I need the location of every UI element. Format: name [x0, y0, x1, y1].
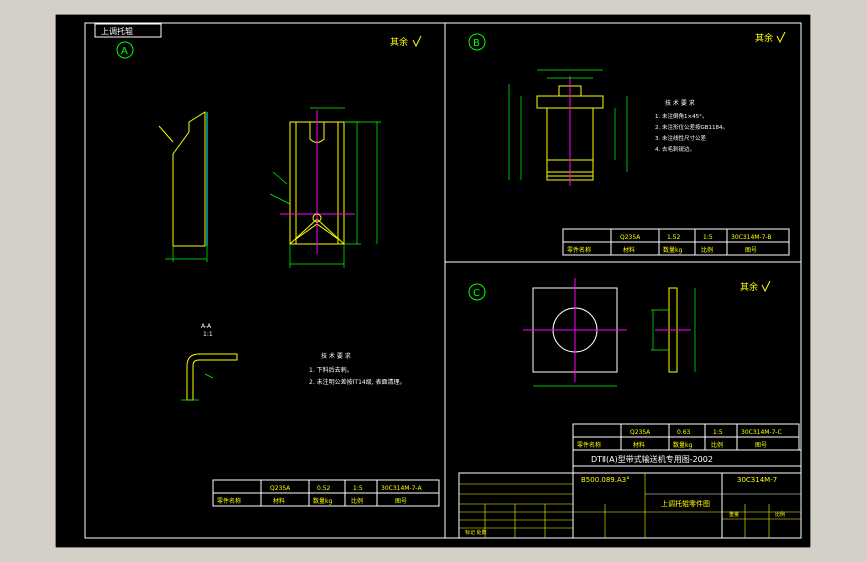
table-b-h0: 零件名称	[567, 246, 591, 254]
cad-drawing: 上调托辊 A 其余 A-A 1:1 技 术 要 求 1. 下料后去刺。 2. 未…	[55, 14, 811, 548]
tech-req-b-line4: 4. 去毛刺锐边。	[655, 145, 695, 153]
tech-req-a-line2: 2. 未注明公差按IT14级, 表面清理。	[309, 378, 406, 386]
title-code: 30C314M-7	[737, 476, 777, 484]
table-a-h0: 零件名称	[217, 497, 241, 505]
title-weight-label: 重量	[729, 511, 739, 518]
tech-req-b-title: 技 术 要 求	[665, 99, 695, 107]
title-scale-label: 比例	[775, 511, 785, 518]
table-c-h3: 比例	[711, 441, 723, 449]
view-b-roughness: 其余	[755, 32, 773, 44]
view-b-label: B	[473, 38, 480, 49]
tech-req-a-title: 技 术 要 求	[321, 352, 351, 360]
table-c-code: 30C314M-7-C	[741, 429, 782, 436]
sheet-border	[55, 14, 811, 548]
table-a-h4: 图号	[395, 498, 407, 505]
table-b-scale: 1:5	[703, 234, 713, 241]
table-a-scale: 1:5	[353, 485, 363, 492]
table-c-h4: 图号	[755, 442, 767, 449]
table-a-code: 30C314M-7-A	[381, 485, 422, 492]
table-b-code: 30C314M-7-B	[731, 234, 772, 241]
section-a-label: A-A	[201, 323, 212, 330]
table-a-weight: 0.52	[317, 485, 331, 492]
table-a-material: Q235A	[270, 485, 291, 492]
table-b-h3: 比例	[701, 246, 713, 254]
tech-req-b-line2: 2. 未注形位公差按GB1184。	[655, 123, 728, 131]
table-b-h4: 图号	[745, 247, 757, 254]
view-a-label: A	[121, 46, 128, 57]
table-a-h1: 材料	[273, 497, 285, 505]
table-b-weight: 1.52	[667, 234, 681, 241]
table-b-h1: 材料	[623, 246, 635, 254]
top-label: 上调托辊	[101, 26, 133, 36]
tech-req-a-line1: 1. 下料后去刺。	[309, 366, 353, 374]
view-a-roughness: 其余	[390, 36, 408, 48]
title-drawing-no: B500.089.A3°	[581, 476, 630, 484]
table-c-material: Q235A	[630, 429, 651, 436]
table-c-h2: 数量kg	[673, 441, 692, 449]
view-c-label: C	[473, 288, 480, 299]
table-b-material: Q235A	[620, 234, 641, 241]
table-c-h1: 材料	[633, 441, 645, 449]
title-name: 上调托辊零件图	[661, 499, 710, 508]
table-a-h2: 数量kg	[313, 497, 332, 505]
table-a-h3: 比例	[351, 497, 363, 505]
view-c-roughness: 其余	[740, 281, 758, 293]
table-c-scale: 1:5	[713, 429, 723, 436]
tech-req-b-line1: 1. 未注倒角1×45°。	[655, 112, 707, 120]
drawing-sheet[interactable]: 上调托辊 A 其余 A-A 1:1 技 术 要 求 1. 下料后去刺。 2. 未…	[55, 14, 811, 548]
tech-req-b-line3: 3. 未注线性尺寸公差	[655, 134, 706, 142]
table-b-h2: 数量kg	[663, 246, 682, 254]
table-c-weight: 0.63	[677, 429, 691, 436]
table-c-h0: 零件名称	[577, 441, 601, 449]
title-project: DTⅡ(A)型带式输送机专用图-2002	[591, 454, 713, 464]
section-a-scale: 1:1	[203, 331, 213, 338]
title-left-head: 标记 处数	[465, 529, 487, 536]
